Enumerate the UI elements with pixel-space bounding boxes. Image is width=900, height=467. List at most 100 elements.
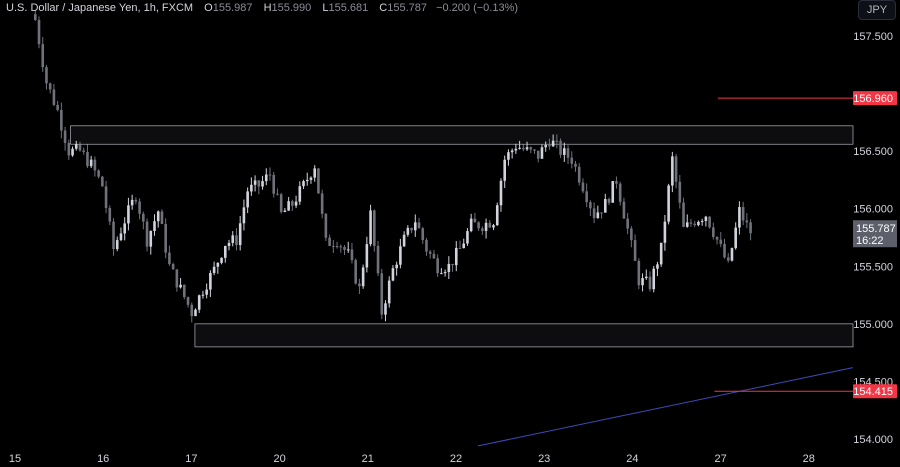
candle-body: [406, 227, 410, 235]
candle-body: [134, 199, 138, 202]
candle-body: [555, 140, 559, 142]
candle-body: [536, 150, 540, 159]
candle-body: [417, 222, 421, 229]
candle-body: [708, 216, 711, 228]
x-tick-label: 24: [626, 453, 638, 465]
resistance-zone: [70, 125, 854, 145]
candle-body: [168, 252, 171, 265]
candle-body: [413, 222, 417, 231]
candle-body: [548, 145, 551, 147]
candle-body: [74, 144, 78, 149]
candle-body: [309, 177, 313, 180]
candle-body: [250, 184, 253, 192]
candle-body: [332, 245, 335, 247]
candle-body: [257, 180, 261, 187]
candle-body: [674, 156, 678, 182]
candle-body: [611, 181, 615, 203]
candle-body: [373, 210, 376, 246]
candle-body: [492, 225, 495, 228]
candle-body: [97, 170, 100, 177]
candle-body: [56, 104, 59, 111]
candle-body: [607, 199, 611, 203]
price-chart[interactable]: 157.500156.500156.000155.500155.000154.5…: [0, 0, 900, 467]
candle-body: [112, 221, 115, 250]
currency-button[interactable]: JPY: [858, 0, 896, 20]
candle-body: [689, 222, 693, 224]
candle-body: [626, 218, 629, 229]
candle-body: [697, 221, 700, 226]
candle-body: [469, 218, 473, 232]
candle-body: [596, 212, 600, 219]
candle-body: [209, 272, 212, 290]
candle-body: [473, 218, 477, 223]
candle-body: [104, 186, 108, 209]
candle-body: [89, 159, 93, 167]
candle-body: [119, 233, 123, 241]
x-tick-label: 22: [450, 453, 462, 465]
candle-body: [671, 156, 674, 186]
candle-body: [432, 253, 436, 259]
candle-body: [380, 273, 384, 315]
candle-body: [246, 191, 249, 208]
symbol-title: U.S. Dollar / Japanese Yen, 1h, FXCM: [6, 2, 194, 14]
candle-body: [637, 260, 641, 286]
candle-body: [481, 228, 484, 231]
candle-body: [350, 249, 354, 261]
candle-body: [667, 185, 670, 222]
y-tick-label: 154.000: [853, 434, 893, 446]
candle-body: [358, 283, 361, 287]
candle-body: [223, 245, 227, 258]
open-label: O: [204, 2, 213, 14]
candle-body: [682, 202, 685, 227]
candle-body: [585, 191, 588, 203]
candle-body: [630, 228, 633, 241]
x-tick-label: 28: [803, 453, 815, 465]
candle-body: [328, 237, 331, 246]
candle-body: [451, 263, 454, 266]
candle-body: [287, 201, 290, 211]
candle-body: [253, 180, 257, 185]
candle-body: [648, 276, 652, 290]
candle-body: [734, 227, 737, 249]
candle-body: [164, 223, 167, 253]
candle-body: [484, 222, 488, 231]
candle-body: [268, 174, 272, 176]
candle-body: [346, 249, 350, 251]
candle-body: [574, 163, 577, 167]
candle-body: [145, 221, 149, 247]
candle-body: [63, 130, 67, 143]
candle-body: [495, 205, 499, 226]
candle-body: [488, 222, 492, 228]
candle-body: [678, 181, 682, 203]
candle-body: [37, 20, 41, 45]
candle-body: [663, 221, 667, 243]
x-tick-label: 15: [9, 453, 21, 465]
candle-body: [220, 257, 223, 263]
candle-body: [522, 147, 525, 150]
candle-body: [313, 168, 317, 178]
candle-body: [183, 284, 186, 298]
candle-body: [525, 147, 529, 150]
x-tick-label: 21: [362, 453, 374, 465]
candle-body: [138, 201, 141, 214]
candle-body: [339, 246, 343, 248]
candle-body: [704, 216, 708, 221]
candle-body: [440, 273, 443, 275]
candle-body: [52, 89, 56, 105]
candle-body: [518, 147, 521, 149]
y-tick-label: 155.000: [853, 319, 893, 331]
candle-body: [60, 110, 63, 131]
candle-body: [603, 199, 607, 213]
candle-body: [298, 186, 302, 202]
candle-body: [276, 193, 279, 195]
candle-body: [41, 44, 45, 68]
x-tick-label: 17: [185, 453, 197, 465]
candle-body: [458, 247, 462, 249]
candle-body: [86, 151, 89, 167]
candle-body: [570, 157, 574, 164]
candle-body: [618, 183, 622, 202]
candle-body: [130, 199, 134, 206]
candle-body: [540, 147, 544, 159]
candle-body: [399, 246, 402, 265]
candle-body: [82, 150, 86, 152]
